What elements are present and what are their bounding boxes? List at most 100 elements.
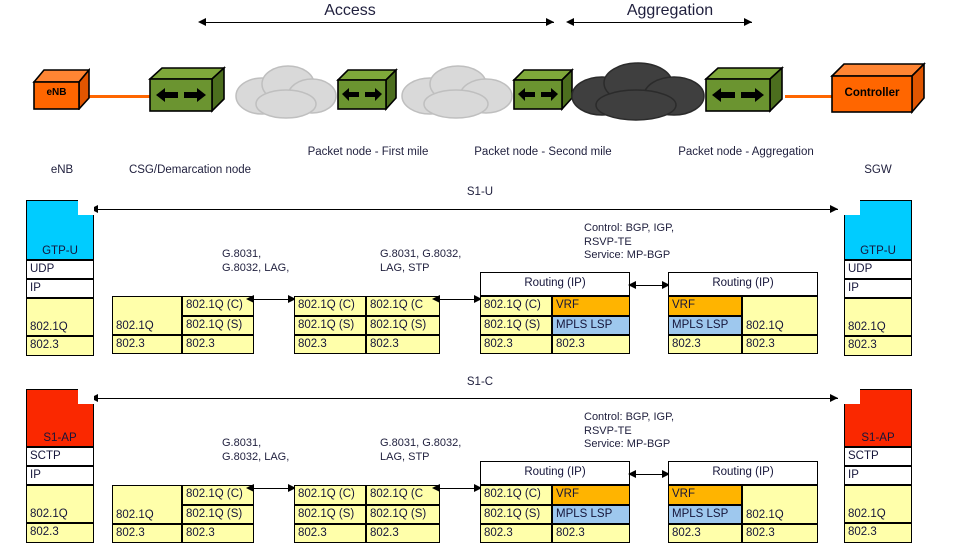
- s1u-sgw-ip: IP: [844, 279, 912, 298]
- s1u-enb-vlan: 802.1Q: [26, 298, 94, 336]
- s1u-stack-sgw: GTP-U UDP IP 802.1Q 802.3: [844, 200, 912, 356]
- s1u-fm-right-mac: 802.3: [366, 335, 440, 354]
- first-mile-router[interactable]: [336, 68, 398, 117]
- s1c-annot-3-line2: RSVP-TE: [584, 424, 632, 437]
- s1u-stack-enb: GTP-U UDP IP 802.1Q 802.3: [26, 200, 94, 356]
- s1u-sgw-udp: UDP: [844, 260, 912, 279]
- s1u-csg-right-s: 802.1Q (S): [182, 316, 254, 335]
- s1c-sm-left-s: 802.1Q (S): [480, 505, 552, 524]
- s1u-agg-right-mac: 802.3: [742, 335, 818, 354]
- s1c-fm-right-mac: 802.3: [366, 524, 440, 543]
- s1c-enb-notch: [78, 389, 94, 404]
- s1c-span-arrow: [98, 398, 838, 399]
- s1c-csg-right-mac: 802.3: [182, 524, 254, 543]
- s1c-annot-3: Control: BGP, IGP, RSVP-TE Service: MP-B…: [584, 411, 674, 452]
- s1u-stack-firstmile: 802.1Q (C) 802.1Q (S) 802.3 802.1Q (C 80…: [294, 296, 440, 354]
- s1u-annot-1: G.8031, G.8032, LAG,: [222, 248, 289, 275]
- s1c-fm-left-c: 802.1Q (C): [294, 485, 366, 505]
- s1c-enb-mac: 802.3: [26, 523, 94, 543]
- s1c-stack-sgw: S1-AP SCTP IP 802.1Q 802.3: [844, 389, 912, 543]
- first-mile-cloud: [232, 62, 340, 125]
- s1c-enb-vlan: 802.1Q: [26, 485, 94, 523]
- s1c-sgw-ip: IP: [844, 466, 912, 485]
- s1c-sm-right-mac: 802.3: [552, 524, 630, 543]
- s1u-enb-ip: IP: [26, 279, 94, 298]
- node-label-csg: CSG/Demarcation node: [128, 164, 252, 176]
- s1c-annot-2: G.8031, G.8032, LAG, STP: [380, 437, 461, 464]
- s1u-csg-right-c: 802.1Q (C): [182, 296, 254, 316]
- s1c-arrow-head-right: [830, 394, 838, 402]
- aggregation-label: Aggregation: [626, 2, 714, 19]
- second-mile-router[interactable]: [512, 68, 574, 117]
- s1u-fm-left-c: 802.1Q (C): [294, 296, 366, 316]
- s1c-annot-2-line1: G.8031, G.8032,: [380, 437, 462, 449]
- link-enb-csg: [88, 95, 150, 98]
- controller-device-label: Controller: [844, 87, 900, 99]
- s1c-fm-left-mac: 802.3: [294, 524, 366, 543]
- s1c-annot-1-line2: G.8032, LAG,: [222, 450, 290, 463]
- s1c-fm-left-s: 802.1Q (S): [294, 505, 366, 524]
- s1u-csg-left-mac: 802.3: [112, 335, 182, 354]
- s1c-sm-right-mpls: MPLS LSP: [552, 505, 630, 524]
- s1u-sgw-vlan: 802.1Q: [844, 298, 912, 336]
- enb-device[interactable]: eNB: [32, 67, 91, 112]
- s1u-csg-right-mac: 802.3: [182, 335, 254, 354]
- s1c-sgw-mac: 802.3: [844, 523, 912, 543]
- access-span-arrow: [206, 22, 554, 23]
- s1u-enb-notch: [78, 200, 94, 215]
- access-arrow-head-right: [546, 18, 554, 26]
- s1u-fm-left-s: 802.1Q (S): [294, 316, 366, 335]
- s1u-sm-right-mpls: MPLS LSP: [552, 316, 630, 335]
- s1c-sgw-notch: [844, 389, 860, 404]
- csg-router[interactable]: [147, 66, 227, 119]
- s1u-sgw-mac: 802.3: [844, 336, 912, 356]
- s1c-csg-left-mac: 802.3: [112, 524, 182, 543]
- s1u-enb-mac: 802.3: [26, 336, 94, 356]
- access-arrow-head-left: [198, 18, 206, 26]
- s1u-annot-3: Control: BGP, IGP, RSVP-TE Service: MP-B…: [584, 222, 674, 263]
- s1u-agg-routing: Routing (IP): [668, 272, 818, 296]
- s1u-sm-routing: Routing (IP): [480, 272, 630, 296]
- aggregation-arrow-head-left: [566, 18, 574, 26]
- aggregation-router[interactable]: [703, 66, 785, 119]
- s1u-annot-2-line1: G.8031, G.8032,: [380, 248, 462, 260]
- s1c-csg-right-s: 802.1Q (S): [182, 505, 254, 524]
- s1c-span-label: S1-C: [466, 376, 494, 388]
- node-label-first-mile: Packet node - First mile: [307, 146, 429, 158]
- s1u-agg-right-vlan: 802.1Q: [742, 296, 818, 335]
- s1u-sm-right-mac: 802.3: [552, 335, 630, 354]
- s1u-stack-csg: 802.1Q 802.3 802.1Q (C) 802.1Q (S) 802.3: [112, 296, 254, 354]
- aggregation-cloud: [568, 60, 708, 127]
- s1u-span-arrow: [98, 209, 838, 210]
- second-mile-cloud: [398, 62, 516, 125]
- s1u-csg-left-vlan: 802.1Q: [112, 296, 182, 335]
- enb-device-label: eNB: [46, 87, 67, 98]
- s1u-stack-aggregation: Routing (IP) VRF MPLS LSP 802.3 802.1Q 8…: [668, 272, 818, 354]
- s1c-arrow-csg-firstmile-head-left: [246, 484, 254, 492]
- s1c-annot-3-line3: Service: MP-BGP: [584, 438, 671, 450]
- s1u-annot-3-line3: Service: MP-BGP: [584, 249, 671, 261]
- s1c-csg-right-c: 802.1Q (C): [182, 485, 254, 505]
- s1c-sm-routing: Routing (IP): [480, 461, 630, 485]
- s1u-annot-2-line2: LAG, STP: [380, 261, 430, 274]
- s1u-stack-secondmile: Routing (IP) 802.1Q (C) 802.1Q (S) 802.3…: [480, 272, 630, 354]
- s1u-annot-2: G.8031, G.8032, LAG, STP: [380, 248, 461, 275]
- s1c-agg-right-vlan: 802.1Q: [742, 485, 818, 524]
- controller-device[interactable]: Controller: [830, 62, 926, 115]
- s1c-enb-sctp: SCTP: [26, 447, 94, 466]
- s1u-sm-left-c: 802.1Q (C): [480, 296, 552, 316]
- s1c-stack-enb: S1-AP SCTP IP 802.1Q 802.3: [26, 389, 94, 543]
- s1u-annot-3-line1: Control: BGP, IGP,: [584, 222, 675, 234]
- s1u-sm-right-vrf: VRF: [552, 296, 630, 316]
- node-label-second-mile: Packet node - Second mile: [474, 146, 612, 158]
- s1c-stack-firstmile: 802.1Q (C) 802.1Q (S) 802.3 802.1Q (C 80…: [294, 485, 440, 543]
- s1u-annot-3-line2: RSVP-TE: [584, 235, 632, 248]
- s1c-stack-aggregation: Routing (IP) VRF MPLS LSP 802.3 802.1Q 8…: [668, 461, 818, 543]
- s1c-sm-left-c: 802.1Q (C): [480, 485, 552, 505]
- s1c-agg-left-mpls: MPLS LSP: [668, 505, 742, 524]
- s1c-agg-routing: Routing (IP): [668, 461, 818, 485]
- s1c-enb-ip: IP: [26, 466, 94, 485]
- s1u-arrow-fm-sm-head-left: [432, 295, 440, 303]
- s1c-sm-left-mac: 802.3: [480, 524, 552, 543]
- s1u-agg-left-mac: 802.3: [668, 335, 742, 354]
